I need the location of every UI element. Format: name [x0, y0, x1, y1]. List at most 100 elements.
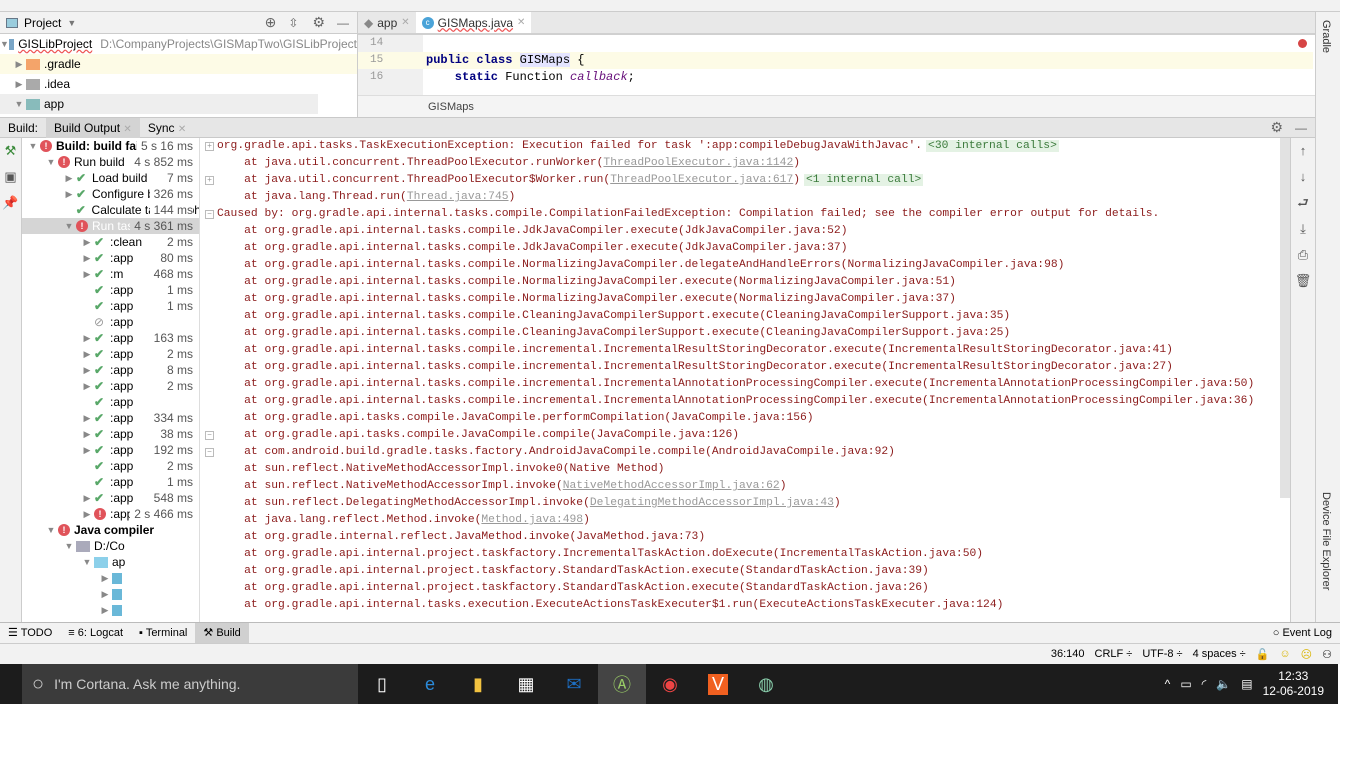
breadcrumb[interactable]: GISMaps	[358, 95, 1316, 117]
source-link[interactable]: ThreadPoolExecutor.java:617	[610, 174, 793, 186]
expand-right-icon[interactable]: ▶	[80, 269, 94, 280]
smile-icon[interactable]: ☺	[1279, 648, 1290, 660]
expand-right-icon[interactable]: ▶	[80, 381, 94, 392]
build-tree-row[interactable]: ▶ ✔:app 334 ms	[22, 410, 199, 426]
source-link[interactable]: Thread.java:745	[407, 191, 509, 203]
source-link[interactable]: ThreadPoolExecutor.java:1142	[603, 157, 793, 169]
build-tree-row[interactable]: ▼! Run tasks 4 s 361 ms	[22, 218, 199, 234]
console-scrollbar[interactable]	[1280, 138, 1290, 498]
build-tree-row[interactable]: ✔:app 1 ms	[22, 298, 199, 314]
close-icon[interactable]: ✕	[123, 124, 131, 135]
expand-right-icon[interactable]: ▶	[62, 189, 76, 200]
caret-position[interactable]: 36:140	[1051, 648, 1085, 660]
lock-icon[interactable]: 🔓	[1256, 648, 1270, 661]
internal-calls-badge[interactable]: <1 internal call>	[804, 174, 924, 186]
minimize-icon[interactable]: —	[1295, 121, 1307, 135]
expand-right-icon[interactable]: ▶	[80, 413, 94, 424]
tab-gismaps-java[interactable]: c GISMaps.java ✕	[415, 12, 532, 33]
expand-down-icon[interactable]: ▼	[62, 541, 76, 551]
build-tree-row[interactable]: ▶	[22, 570, 199, 586]
expand-down-icon[interactable]: ▼	[44, 157, 58, 167]
tab-sync[interactable]: Sync ✕	[140, 118, 194, 138]
expand-down-icon[interactable]: ▼	[80, 557, 94, 567]
chevron-down-icon[interactable]: ▼	[67, 18, 76, 28]
build-tree-row[interactable]: ▼ ap	[22, 554, 199, 570]
build-tree-row[interactable]: ⊘:app	[22, 314, 199, 330]
device-file-explorer-button[interactable]: Device File Explorer	[1320, 492, 1332, 590]
project-view-selector[interactable]: Project	[24, 16, 61, 30]
build-tree-row[interactable]: ▶	[22, 602, 199, 618]
build-tree-row[interactable]: ▶ ✔:app 38 ms	[22, 426, 199, 442]
expand-fold-icon[interactable]: +	[205, 176, 214, 185]
console-toggle-icon[interactable]: ▣	[0, 164, 21, 190]
build-tree-row[interactable]: ✔:app 2 ms	[22, 458, 199, 474]
expand-down-icon[interactable]: ▼	[26, 141, 40, 151]
android-studio-icon[interactable]: Ⓐ	[598, 664, 646, 704]
build-tree-row[interactable]: ▶ ✔:app 8 ms	[22, 362, 199, 378]
app-icon[interactable]: ◍	[742, 664, 790, 704]
build-tree-row[interactable]: ▼! Java compiler	[22, 522, 199, 538]
file-encoding[interactable]: UTF-8 ÷	[1142, 648, 1182, 660]
arrow-down-icon[interactable]: ↓	[1291, 164, 1315, 190]
chrome-icon[interactable]: ◉	[646, 664, 694, 704]
gradle-tool-button[interactable]: Gradle	[1320, 20, 1332, 53]
expand-down-icon[interactable]: ▼	[44, 525, 58, 535]
build-tree-row[interactable]: ▶ ✔:m 468 ms	[22, 266, 199, 282]
terminal-tool-button[interactable]: ▪ Terminal	[131, 623, 195, 644]
edge-icon[interactable]: e	[406, 664, 454, 704]
logcat-tool-button[interactable]: ≡ 6: Logcat	[60, 623, 131, 644]
build-console[interactable]: + org.gradle.api.tasks.TaskExecutionExcep…	[203, 138, 1280, 622]
gear-icon[interactable]: ⚙	[1270, 119, 1283, 136]
todo-tool-button[interactable]: ☰ TODO	[0, 623, 60, 644]
minimize-icon[interactable]: —	[337, 16, 349, 30]
build-tree-row[interactable]: ▼! Build: build failed 5 s 16 ms	[22, 138, 199, 154]
build-tree-row[interactable]: ✔:app	[22, 394, 199, 410]
build-tree-row[interactable]: ▶ ✔:app 548 ms	[22, 490, 199, 506]
expand-right-icon[interactable]: ▶	[80, 349, 94, 360]
expand-down-icon[interactable]: ▼	[62, 221, 76, 231]
source-link[interactable]: DelegatingMethodAccessorImpl.java:43	[590, 497, 834, 509]
chevron-up-icon[interactable]: ^	[1165, 677, 1171, 691]
close-icon[interactable]: ✕	[178, 124, 186, 135]
notification-icon[interactable]: ▤	[1241, 677, 1252, 691]
build-tree-row[interactable]: ▶ ✔:app 163 ms	[22, 330, 199, 346]
expand-right-icon[interactable]: ▶	[80, 333, 94, 344]
expand-right-icon[interactable]: ▶	[98, 589, 112, 600]
vivaldi-icon[interactable]: V	[694, 664, 742, 704]
tree-item-root[interactable]: ▼ GISLibProject D:\CompanyProjects\GISMapT…	[0, 34, 357, 54]
error-indicator-icon[interactable]	[1298, 39, 1307, 48]
locate-icon[interactable]: ⊕	[265, 14, 277, 31]
battery-icon[interactable]: ▭	[1180, 677, 1191, 691]
file-explorer-icon[interactable]: ▮	[454, 664, 502, 704]
tree-item-gradle[interactable]: ▶ .gradle	[0, 54, 357, 74]
arrow-up-icon[interactable]: ↑	[1291, 138, 1315, 164]
build-tree-row[interactable]: ▶ ✔ Configure build 326 ms	[22, 186, 199, 202]
expand-right-icon[interactable]: ▶	[80, 253, 94, 264]
build-tree-row[interactable]: ✔ Calculate task graph 144 ms	[22, 202, 199, 218]
build-tree-row[interactable]: ▶ ✔:app 2 ms	[22, 346, 199, 362]
build-tool-button[interactable]: ⚒ Build	[195, 622, 249, 644]
volume-muted-icon[interactable]: 🔈	[1216, 677, 1231, 691]
collapse-all-icon[interactable]: ⇳	[288, 16, 298, 30]
close-icon[interactable]: ✕	[401, 17, 409, 28]
expand-right-icon[interactable]: ▶	[98, 573, 112, 584]
indent-setting[interactable]: 4 spaces ÷	[1193, 648, 1246, 660]
internal-calls-badge[interactable]: <30 internal calls>	[926, 140, 1059, 152]
tab-app[interactable]: ◆ app ✕	[358, 12, 416, 33]
build-tree-row[interactable]: ▶ ✔:app 80 ms	[22, 250, 199, 266]
close-icon[interactable]: ✕	[517, 17, 525, 28]
build-tree-row[interactable]: ▼ D:/Co	[22, 538, 199, 554]
clock[interactable]: 12:33 12-06-2019	[1263, 669, 1324, 699]
tab-build-output[interactable]: Build Output ✕	[46, 117, 140, 138]
pin-icon[interactable]: 📌	[0, 190, 21, 216]
build-tree-row[interactable]: ▶ ✔ Load build 7 ms	[22, 170, 199, 186]
cortana-search[interactable]: ○ I'm Cortana. Ask me anything.	[22, 664, 358, 704]
event-log-button[interactable]: ○ Event Log	[1265, 623, 1340, 644]
trash-icon[interactable]: 🗑	[1291, 268, 1315, 294]
build-tree-row[interactable]: ▼! Run build 4 s 852 ms	[22, 154, 199, 170]
scroll-to-end-icon[interactable]: ⤓	[1291, 216, 1315, 242]
outlook-icon[interactable]: ✉	[550, 664, 598, 704]
build-tree-row[interactable]: ✔:app 1 ms	[22, 474, 199, 490]
build-tree-row[interactable]: ▶ ✔:app 192 ms	[22, 442, 199, 458]
expand-right-icon[interactable]: ▶	[80, 493, 94, 504]
